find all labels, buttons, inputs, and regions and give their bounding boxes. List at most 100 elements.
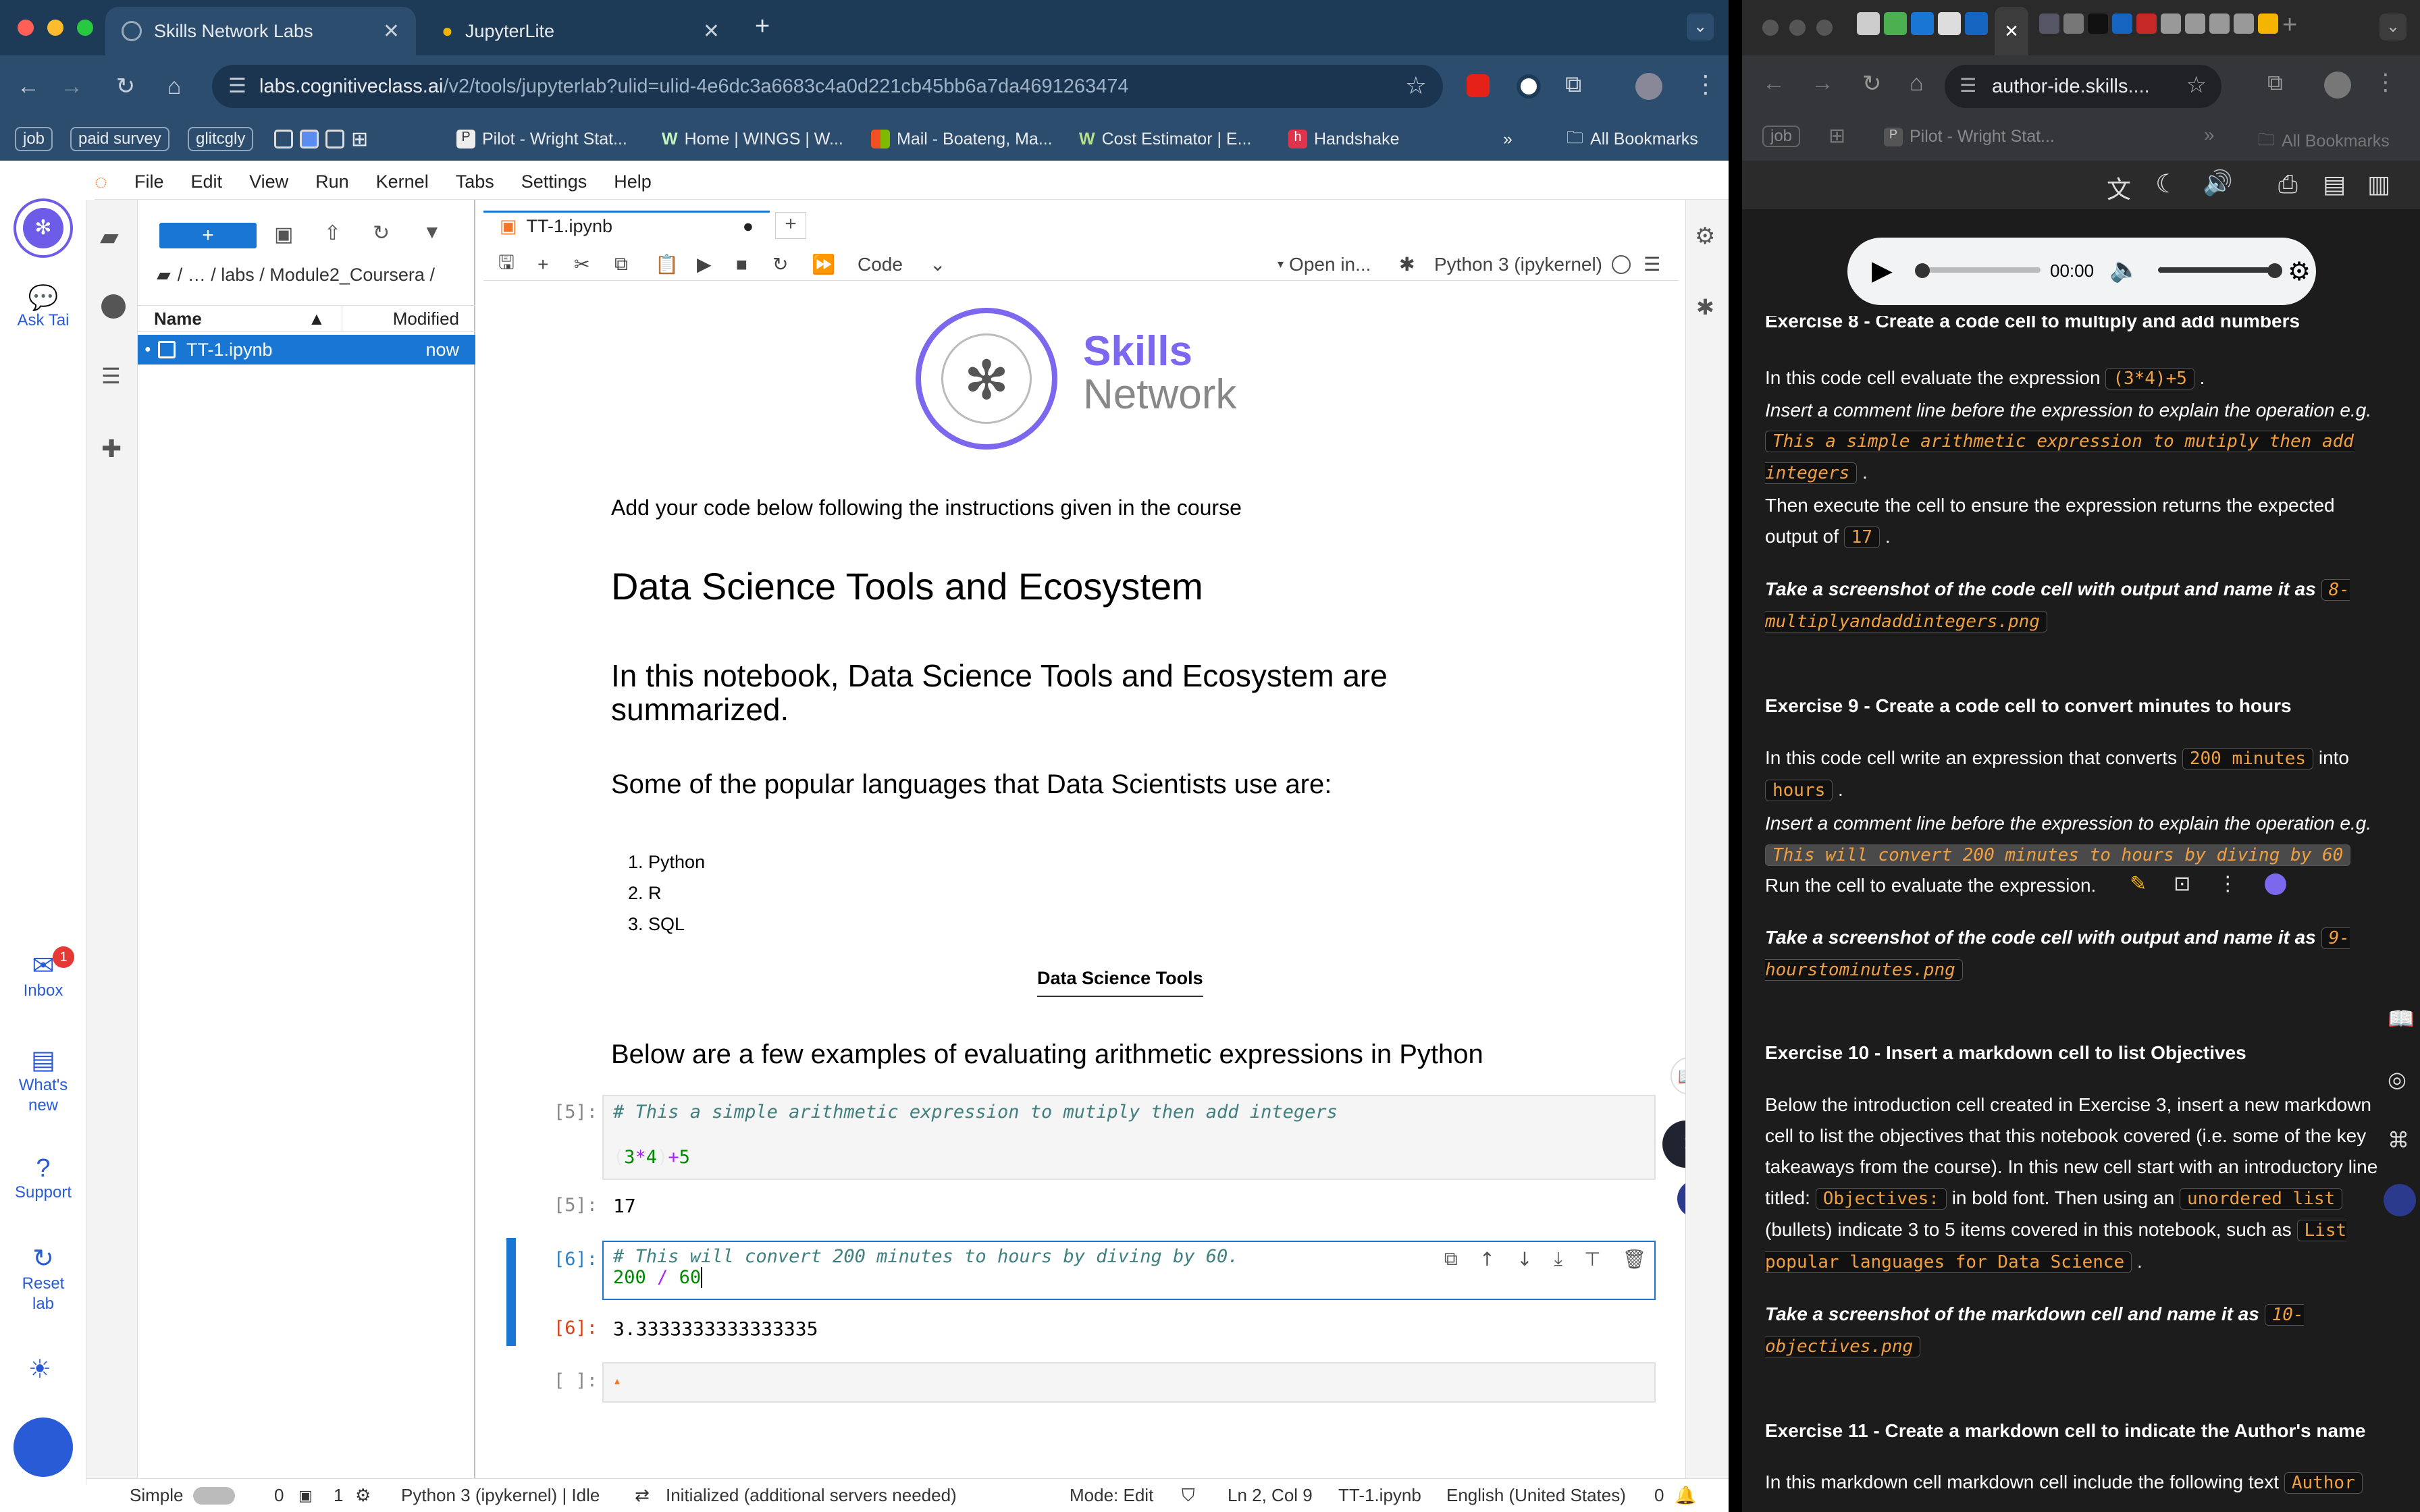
menu-tabs[interactable]: Tabs bbox=[456, 171, 494, 192]
new-folder-icon[interactable]: ▣ bbox=[274, 223, 293, 246]
all-bookmarks[interactable]: 🗀 All Bookmarks bbox=[1567, 126, 1698, 153]
bookmark-wings[interactable]: W Home | WINGS | W... bbox=[662, 126, 843, 153]
run-icon[interactable]: ▶ bbox=[697, 253, 712, 275]
move-up-icon[interactable]: ↑ bbox=[1479, 1248, 1495, 1270]
youtube-extension-icon[interactable] bbox=[1467, 74, 1490, 97]
menu-settings[interactable]: Settings bbox=[521, 171, 587, 192]
command-icon[interactable]: ⌘ bbox=[2388, 1127, 2409, 1153]
assistant-icon[interactable] bbox=[2265, 873, 2287, 895]
sort-up-icon[interactable]: ▲ bbox=[308, 308, 325, 329]
bookmark-star-icon[interactable]: ☆ bbox=[1405, 72, 1427, 100]
property-inspector-gear-icon[interactable]: ⚙ bbox=[1695, 223, 1715, 250]
unsaved-dot-icon[interactable]: ● bbox=[743, 216, 754, 237]
toc-list-icon[interactable]: ☰ bbox=[101, 363, 121, 389]
reader-mode-icon[interactable]: 📖 bbox=[2388, 1006, 2415, 1031]
menu-view[interactable]: View bbox=[249, 171, 288, 192]
kernel-count[interactable]: 1 bbox=[334, 1485, 343, 1506]
paste-icon[interactable]: 📋 bbox=[655, 253, 679, 275]
modified-column-header[interactable]: Modified bbox=[393, 308, 459, 329]
property-inspector-menu-icon[interactable]: ☰ bbox=[1643, 253, 1660, 275]
upload-icon[interactable]: ⇧ bbox=[324, 221, 341, 245]
file-row-tt1[interactable]: ● TT-1.ipynb now bbox=[138, 335, 475, 364]
translate-icon[interactable]: 文 bbox=[2107, 170, 2131, 205]
name-column-header[interactable]: Name bbox=[154, 308, 202, 329]
tab-favicon[interactable] bbox=[2185, 14, 2205, 34]
play-icon[interactable]: ▶ bbox=[1872, 255, 1893, 286]
tab-favicon[interactable] bbox=[2112, 14, 2132, 34]
print-icon[interactable]: ⎙ bbox=[2278, 170, 2298, 199]
extensions-icon[interactable]: ✚ bbox=[101, 435, 122, 463]
stop-icon[interactable]: ■ bbox=[736, 254, 747, 275]
debugger-bug-icon[interactable]: ✱ bbox=[1399, 253, 1415, 275]
running-kernels-icon[interactable] bbox=[101, 294, 126, 319]
menu-kernel[interactable]: Kernel bbox=[376, 171, 429, 192]
bookmark-icon[interactable] bbox=[325, 130, 344, 148]
code-cell-multiply[interactable]: # This a simple arithmetic expression to… bbox=[602, 1095, 1656, 1180]
tab-favicon[interactable] bbox=[2039, 14, 2059, 34]
user-avatar[interactable] bbox=[14, 1418, 73, 1477]
maximize-window-button[interactable] bbox=[77, 20, 93, 36]
browser-menu-icon[interactable]: ⋮ bbox=[1693, 70, 1718, 99]
tab-favicon[interactable] bbox=[1965, 12, 1988, 35]
menu-file[interactable]: File bbox=[134, 171, 164, 192]
menu-help[interactable]: Help bbox=[614, 171, 652, 192]
back-arrow-icon[interactable]: ← bbox=[1762, 70, 1785, 97]
bookmark-pilot[interactable]: P Pilot - Wright Stat... bbox=[1884, 127, 2055, 146]
tab-favicon[interactable] bbox=[2234, 14, 2254, 34]
tab-favicon[interactable] bbox=[2088, 14, 2108, 34]
bookmark-handshake[interactable]: h Handshake bbox=[1288, 126, 1399, 153]
tab-favicon[interactable] bbox=[1938, 12, 1961, 35]
bookmark-icon[interactable] bbox=[274, 130, 293, 148]
save-icon[interactable]: 🖫 bbox=[498, 248, 515, 281]
tab-jupyterlite[interactable]: ● JupyterLite ✕ bbox=[425, 7, 736, 55]
extensions-puzzle-icon[interactable]: ⧉ bbox=[1565, 72, 1581, 98]
menu-run[interactable]: Run bbox=[315, 171, 349, 192]
cursor-position[interactable]: Ln 2, Col 9 bbox=[1228, 1485, 1313, 1506]
address-bar[interactable]: ☰ labs.cognitiveclass.ai/v2/tools/jupyte… bbox=[212, 65, 1443, 108]
move-down-icon[interactable]: ↓ bbox=[1517, 1248, 1532, 1270]
insert-above-icon[interactable]: ⤓ bbox=[1554, 1247, 1562, 1270]
profile-avatar[interactable] bbox=[2324, 72, 2351, 99]
browser-menu-icon[interactable]: ⋮ bbox=[2374, 69, 2397, 96]
tab-favicon[interactable] bbox=[2161, 14, 2181, 34]
grammarly-extension-icon[interactable] bbox=[1517, 74, 1541, 99]
save-note-icon[interactable]: ⊡ bbox=[2174, 872, 2190, 896]
cut-icon[interactable]: ✂ bbox=[574, 253, 589, 275]
code-cell-empty[interactable]: ▴ bbox=[602, 1362, 1656, 1403]
volume-slider[interactable] bbox=[2158, 267, 2273, 273]
filter-icon[interactable]: ▼ bbox=[423, 221, 442, 243]
notification-count[interactable]: 0 bbox=[1654, 1485, 1664, 1506]
tab-search-chevron-icon[interactable]: ⌄ bbox=[1687, 14, 1714, 40]
tab-favicon[interactable] bbox=[1857, 12, 1880, 35]
podcast-icon[interactable]: ◎ bbox=[2388, 1066, 2406, 1092]
simple-mode-toggle[interactable] bbox=[193, 1487, 235, 1505]
bell-icon[interactable]: 🔔 bbox=[1675, 1485, 1696, 1506]
kernel-status[interactable]: Python 3 (ipykernel) | Idle bbox=[401, 1485, 600, 1506]
restart-icon[interactable]: ↻ bbox=[772, 253, 788, 275]
language-indicator[interactable]: English (United States) bbox=[1446, 1485, 1626, 1506]
close-window-button[interactable] bbox=[1762, 20, 1779, 36]
volume-icon[interactable]: 🔈 bbox=[2109, 255, 2140, 284]
reset-lab-button[interactable]: ↻ Reset lab bbox=[9, 1243, 77, 1314]
highlight-pen-icon[interactable]: ✎ bbox=[2130, 872, 2147, 896]
forward-arrow-icon[interactable]: → bbox=[1811, 70, 1834, 97]
assistant-bot-icon[interactable] bbox=[2384, 1184, 2416, 1216]
settings-gear-icon[interactable]: ⚙ bbox=[2288, 256, 2311, 287]
trusted-shield-icon[interactable]: ⛉ bbox=[1182, 1485, 1195, 1507]
site-info-icon[interactable]: ☰ bbox=[228, 74, 246, 98]
bookmark-paid-survey[interactable]: paid survey bbox=[70, 127, 169, 151]
cell-type-select[interactable]: Code ⌄ bbox=[858, 253, 972, 275]
bookmark-job[interactable]: job bbox=[1762, 126, 1801, 147]
extensions-puzzle-icon[interactable]: ⧉ bbox=[2267, 70, 2283, 96]
bookmark-glitcgly[interactable]: glitcgly bbox=[188, 127, 254, 151]
insert-below-icon[interactable]: ⊤ bbox=[1584, 1248, 1600, 1270]
lsp-status[interactable]: Initialized (additional servers needed) bbox=[666, 1485, 957, 1506]
new-tab-plus-icon[interactable]: + bbox=[755, 12, 770, 41]
bookmark-cost-estimator[interactable]: W Cost Estimator | E... bbox=[1079, 126, 1251, 153]
menu-edit[interactable]: Edit bbox=[191, 171, 223, 192]
new-launcher-button[interactable]: + bbox=[159, 223, 257, 248]
reload-icon[interactable]: ↻ bbox=[1862, 70, 1882, 97]
bookmark-job[interactable]: job bbox=[15, 127, 53, 151]
inbox-button[interactable]: ✉ Inbox 1 bbox=[9, 946, 77, 1000]
active-tab-close-icon[interactable]: ✕ bbox=[1995, 7, 2028, 55]
